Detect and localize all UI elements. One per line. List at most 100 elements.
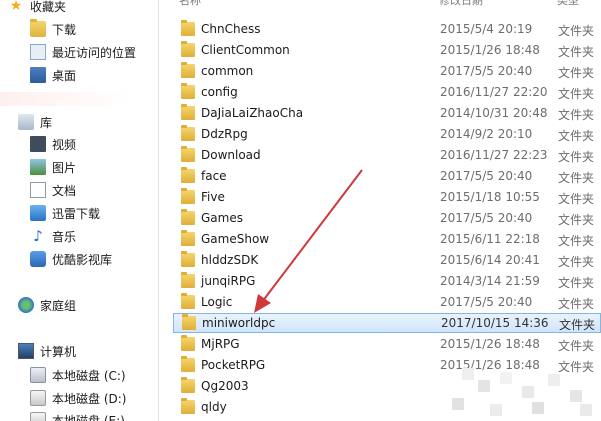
file-row[interactable]: Five 2015/1/18 10:55 文件夹 xyxy=(167,187,601,207)
file-date: 2015/6/14 20:41 xyxy=(440,253,540,267)
nav-item-downloads[interactable]: 下载 xyxy=(30,19,76,39)
video-icon xyxy=(30,136,46,152)
computer-icon xyxy=(18,343,34,359)
folder-icon xyxy=(182,314,196,330)
folder-icon xyxy=(181,209,195,225)
folder-icon xyxy=(181,188,195,204)
star-icon: ★ xyxy=(9,0,23,14)
column-header-type[interactable]: 类型 xyxy=(557,0,579,8)
file-name: Download xyxy=(201,148,261,162)
file-row[interactable]: Games 2017/5/5 20:40 文件夹 xyxy=(167,208,601,228)
folder-icon xyxy=(181,41,195,57)
thunder-download-icon xyxy=(30,205,46,221)
column-header-bar: 名称 修改日期 类型 xyxy=(159,0,601,8)
nav-label: 收藏夹 xyxy=(30,0,67,14)
file-row[interactable]: config 2016/11/27 22:20 文件夹 xyxy=(167,82,601,102)
file-date: 2017/5/5 20:40 xyxy=(440,211,533,225)
file-row[interactable]: DaJiaLaiZhaoCha 2014/10/31 20:48 文件夹 xyxy=(167,103,601,123)
file-row[interactable]: ChnChess 2015/5/4 20:19 文件夹 xyxy=(167,19,601,39)
nav-libraries[interactable]: 库 xyxy=(18,112,52,132)
file-name: DaJiaLaiZhaoCha xyxy=(201,106,304,120)
file-date: 2014/9/2 20:10 xyxy=(440,127,533,141)
file-name: qldy xyxy=(201,400,227,414)
file-type: 文件夹 xyxy=(558,360,595,374)
file-row[interactable]: GameShow 2015/6/11 22:18 文件夹 xyxy=(167,229,601,249)
folder-icon xyxy=(181,20,195,36)
nav-item-disk-c[interactable]: 本地磁盘 (C:) xyxy=(30,365,126,385)
file-row[interactable]: PocketRPG 2015/1/26 18:48 文件夹 xyxy=(167,355,601,375)
nav-item-documents[interactable]: 文档 xyxy=(30,180,76,200)
file-name: common xyxy=(201,64,254,78)
nav-label: 音乐 xyxy=(52,229,77,244)
nav-label: 本地磁盘 (D:) xyxy=(52,391,127,406)
file-type: 文件夹 xyxy=(558,276,595,290)
nav-item-music[interactable]: ♪ 音乐 xyxy=(30,226,76,246)
file-type: 文件夹 xyxy=(558,87,595,101)
column-header-date[interactable]: 修改日期 xyxy=(439,0,483,8)
file-date: 2015/6/11 22:18 xyxy=(440,232,540,246)
folder-icon xyxy=(181,146,195,162)
nav-item-thunder[interactable]: 迅雷下载 xyxy=(30,203,100,223)
homegroup-icon xyxy=(18,297,34,313)
nav-homegroup[interactable]: 家庭组 xyxy=(18,295,76,315)
file-name: Five xyxy=(201,190,225,204)
drive-icon xyxy=(30,367,46,383)
navigation-pane: ★ 收藏夹 下载 最近访问的位置 桌面 库 视频 图片 文档 迅雷下载 ♪ 音乐… xyxy=(0,0,159,421)
file-name: hlddzSDK xyxy=(201,253,259,267)
nav-item-videos[interactable]: 视频 xyxy=(30,134,76,154)
nav-item-recent[interactable]: 最近访问的位置 xyxy=(30,42,136,62)
nav-label: 库 xyxy=(40,115,53,130)
file-name: ClientCommon xyxy=(201,43,290,57)
file-name: Games xyxy=(201,211,243,225)
file-row[interactable]: common 2017/5/5 20:40 文件夹 xyxy=(167,61,601,81)
file-row-selected[interactable]: miniworldpc 2017/10/15 14:36 文件夹 xyxy=(173,313,601,333)
youku-library-icon xyxy=(30,251,46,267)
folder-icon xyxy=(181,356,195,372)
nav-label: 本地磁盘 (E:) xyxy=(52,413,125,421)
nav-computer[interactable]: 计算机 xyxy=(18,341,76,361)
recent-places-icon xyxy=(30,44,46,60)
folder-icon xyxy=(181,251,195,267)
nav-item-youku[interactable]: 优酷影视库 xyxy=(30,249,112,269)
drive-icon xyxy=(30,412,46,421)
folder-icon xyxy=(181,398,195,414)
file-name: face xyxy=(201,169,227,183)
file-type: 文件夹 xyxy=(558,339,595,353)
file-date: 2017/5/5 20:40 xyxy=(440,64,533,78)
file-name: ChnChess xyxy=(201,22,261,36)
file-row[interactable]: DdzRpg 2014/9/2 20:10 文件夹 xyxy=(167,124,601,144)
folder-icon xyxy=(181,335,195,351)
music-note-icon: ♪ xyxy=(33,227,43,245)
file-row[interactable]: Download 2016/11/27 22:23 文件夹 xyxy=(167,145,601,165)
file-row[interactable]: ClientCommon 2015/1/26 18:48 文件夹 xyxy=(167,40,601,60)
nav-favorites[interactable]: ★ 收藏夹 xyxy=(8,0,66,16)
nav-item-pictures[interactable]: 图片 xyxy=(30,157,76,177)
file-row[interactable]: Logic 2017/5/5 20:40 文件夹 xyxy=(167,292,601,312)
nav-label: 迅雷下载 xyxy=(52,206,101,221)
document-icon xyxy=(30,182,46,198)
folder-icon xyxy=(181,377,195,393)
nav-item-disk-d[interactable]: 本地磁盘 (D:) xyxy=(30,388,126,408)
file-row[interactable]: junqiRPG 2014/3/14 21:59 文件夹 xyxy=(167,271,601,291)
file-row[interactable]: MjRPG 2015/1/26 18:48 文件夹 xyxy=(167,334,601,354)
nav-label: 优酷影视库 xyxy=(52,252,113,267)
mosaic-block xyxy=(478,380,490,392)
file-row[interactable]: Qg2003 xyxy=(167,376,601,396)
nav-label: 本地磁盘 (C:) xyxy=(52,368,126,383)
folder-icon xyxy=(181,62,195,78)
nav-label: 计算机 xyxy=(40,344,77,359)
nav-item-disk-e[interactable]: 本地磁盘 (E:) xyxy=(30,410,125,421)
file-row[interactable]: face 2017/5/5 20:40 文件夹 xyxy=(167,166,601,186)
mosaic-block xyxy=(580,404,592,416)
file-date: 2016/11/27 22:20 xyxy=(440,85,548,99)
file-name: PocketRPG xyxy=(201,358,266,372)
file-name: Logic xyxy=(201,295,233,309)
file-type: 文件夹 xyxy=(558,255,595,269)
column-header-name[interactable]: 名称 xyxy=(179,0,201,8)
nav-label: 家庭组 xyxy=(40,298,77,313)
file-type: 文件夹 xyxy=(558,108,595,122)
file-row[interactable]: hlddzSDK 2015/6/14 20:41 文件夹 xyxy=(167,250,601,270)
nav-item-desktop[interactable]: 桌面 xyxy=(30,65,76,85)
downloads-folder-icon xyxy=(30,19,46,37)
file-date: 2015/1/26 18:48 xyxy=(440,337,540,351)
